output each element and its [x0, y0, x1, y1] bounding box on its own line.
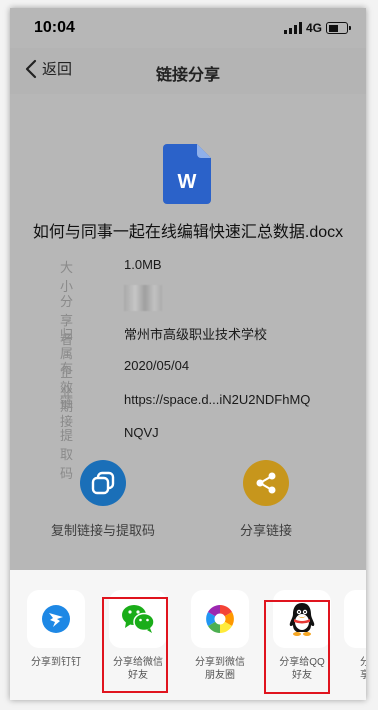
battery-icon [326, 22, 351, 34]
link-share-page: 10:04 4G 返回 链接分享 W 如何与同事一起在线编辑快速汇总数据.doc… [10, 8, 366, 570]
signal-icon [283, 22, 302, 34]
copy-link-label: 复制链接与提取码 [50, 523, 155, 538]
share-more-partial-button[interactable]: 分 享 [344, 590, 366, 682]
share-link-button[interactable]: 分享链接 [221, 460, 311, 539]
share-label: 分享到钉钉 [31, 657, 81, 668]
share-link-label: 分享链接 [239, 523, 292, 538]
copy-link-button[interactable]: 复制链接与提取码 [48, 460, 158, 539]
svg-text:W: W [178, 171, 197, 193]
info-label: 大小 [60, 260, 74, 294]
share-sheet: 分享到钉钉 分享给微信 好友 分享到微信 朋友圈 分享给QQ 好友 分 享 [10, 570, 366, 700]
share-wechat-moments-button[interactable]: 分享到微信 朋友圈 [188, 590, 252, 682]
blurred-sharer-avatar [124, 285, 162, 311]
share-label: 分 享 [360, 657, 366, 681]
page-title: 链接分享 [155, 67, 220, 84]
status-time: 10:04 [34, 19, 75, 36]
info-value: 常州市高级职业技术学校 [124, 327, 268, 342]
share-label: 分享到微信 朋友圈 [195, 657, 245, 681]
partial-app-icon [344, 590, 366, 648]
info-value: https://space.d...iN2U2NDFhMQ [124, 392, 311, 407]
share-tile [191, 590, 249, 648]
info-value: 1.0MB [124, 257, 162, 272]
share-tile [27, 590, 85, 648]
share-icon [243, 460, 289, 506]
dingtalk-icon [42, 605, 70, 633]
qq-highlight-box [264, 600, 330, 694]
status-bar: 10:04 4G [10, 8, 366, 48]
nav-bar: 返回 链接分享 [10, 48, 366, 94]
info-value: NQVJ [124, 425, 159, 440]
share-dingtalk-button[interactable]: 分享到钉钉 [24, 590, 88, 669]
info-value: 2020/05/04 [124, 358, 190, 373]
wechat-moments-icon [206, 605, 234, 633]
word-document-icon: W [163, 144, 211, 204]
file-name: 如何与同事一起在线编辑快速汇总数据.docx [32, 224, 344, 241]
copy-icon [80, 460, 126, 506]
wechat-highlight-box [102, 597, 168, 693]
network-type: 4G [305, 21, 322, 35]
phone-screen: 10:04 4G 返回 链接分享 W 如何与同事一起在线编辑快速汇总数据.doc… [10, 8, 366, 700]
status-indicators: 4G [283, 21, 351, 35]
